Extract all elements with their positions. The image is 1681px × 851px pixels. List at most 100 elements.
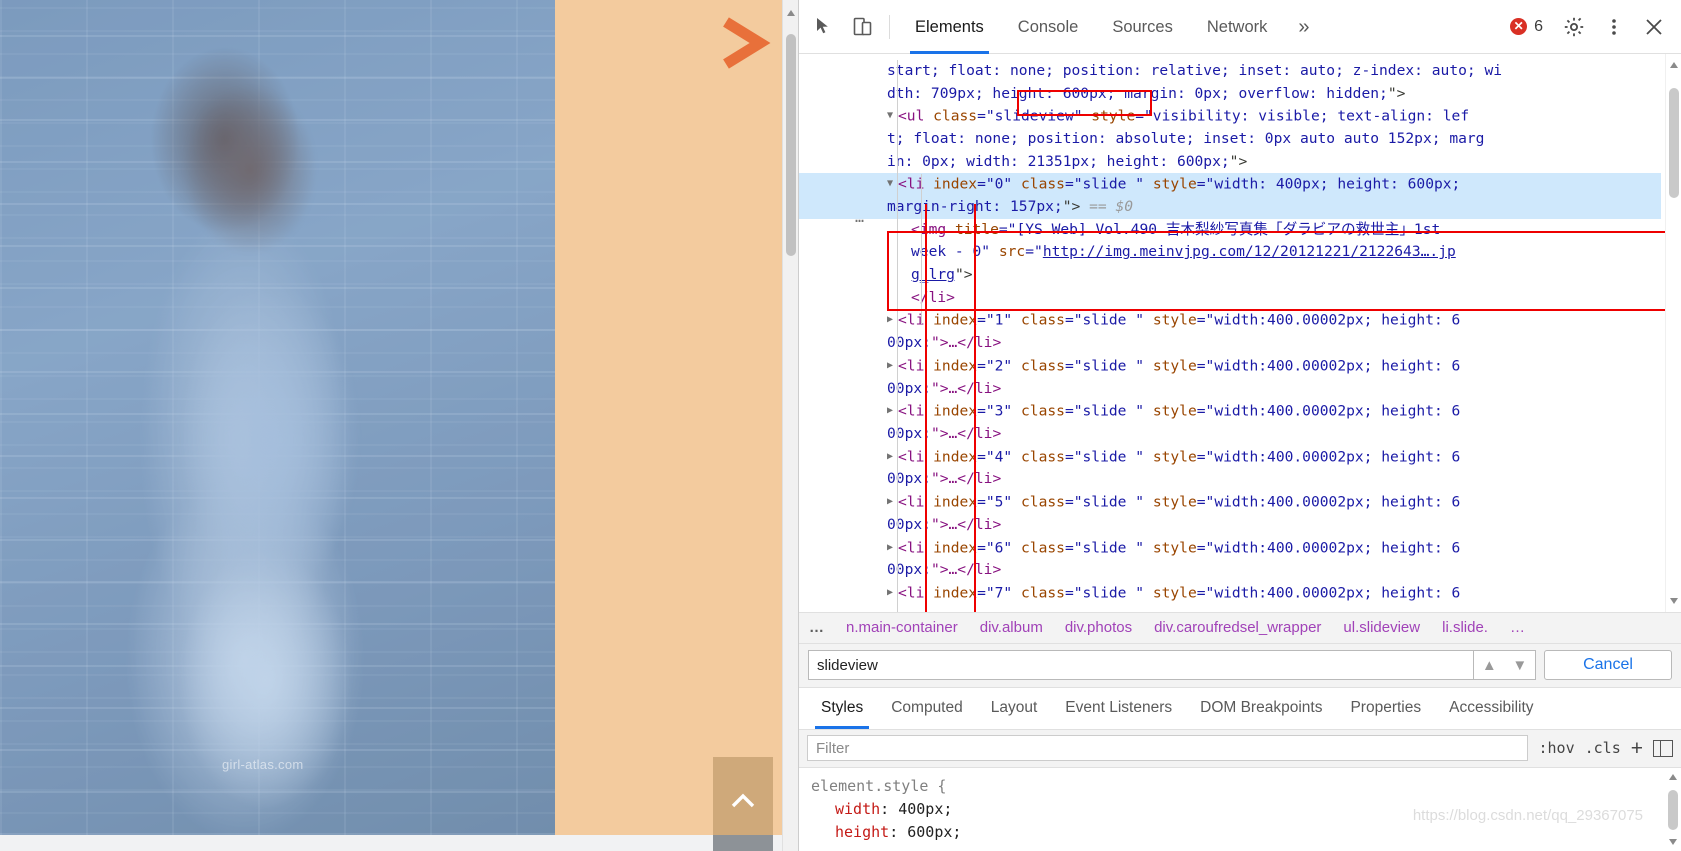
dom-line[interactable]: ▼ <li index="0" class="slide " style="wid… (799, 173, 1661, 197)
dom-line[interactable]: 00px;">…</li> (887, 378, 1661, 401)
tab-accessibility[interactable]: Accessibility (1435, 688, 1547, 729)
tab-dom-breakpoints[interactable]: DOM Breakpoints (1186, 688, 1336, 729)
scroll-up-arrow[interactable] (787, 10, 795, 16)
tab-elements[interactable]: Elements (898, 0, 1001, 54)
dom-line[interactable]: 00px;">…</li> (887, 514, 1661, 537)
dom-token: <li (898, 538, 925, 556)
dom-line[interactable]: g_lrg"> (887, 264, 1661, 287)
styles-scrollbar[interactable] (1665, 767, 1681, 851)
dom-token: <li (898, 356, 925, 374)
tab-network[interactable]: Network (1190, 0, 1285, 54)
device-toolbar-icon[interactable] (843, 8, 881, 46)
close-icon[interactable] (1635, 8, 1673, 46)
dom-token: index (924, 493, 978, 511)
dom-line[interactable]: <img title="[YS Web] Vol.490 吉木梨紗写真集「ダラビ… (887, 219, 1661, 242)
dom-line[interactable]: ▶ <li index="5" class="slide " style="wid… (887, 491, 1661, 514)
breadcrumb-item-caroufredsel-wrapper[interactable]: div.caroufredsel_wrapper (1143, 619, 1332, 636)
page-scrollbar[interactable] (782, 0, 798, 851)
dom-scroll-up-arrow[interactable] (1670, 62, 1678, 68)
search-input[interactable]: slideview (808, 650, 1474, 681)
dom-token: ="width: 400px; height: 600px; (1196, 175, 1461, 193)
tab-event-listeners[interactable]: Event Listeners (1051, 688, 1186, 729)
tab-properties[interactable]: Properties (1336, 688, 1435, 729)
csdn-watermark: https://blog.csdn.net/qq_29367075 (1412, 807, 1643, 825)
dom-line[interactable]: ▼ <ul class="slideview" style="visibility… (887, 105, 1661, 128)
dom-line[interactable]: in: 0px; width: 21351px; height: 600px;"… (887, 151, 1661, 174)
cursor-select-icon[interactable] (805, 8, 843, 46)
search-next-icon[interactable]: ▼ (1512, 657, 1527, 674)
dom-token: <ul (898, 107, 925, 125)
dom-line[interactable]: </li> (887, 287, 1661, 310)
dom-line[interactable]: ▶ <li index="7" class="slide " style="wid… (887, 582, 1661, 605)
dom-scrollbar-thumb[interactable] (1669, 88, 1679, 198)
more-tabs-button[interactable]: » (1284, 0, 1323, 54)
dom-gutter-ellipsis[interactable]: … (855, 206, 865, 229)
breadcrumb-item-more[interactable]: … (1499, 619, 1536, 636)
search-cancel-button[interactable]: Cancel (1544, 650, 1672, 681)
slider-next-panel[interactable] (555, 0, 798, 835)
dom-line[interactable]: ▶ <li index="6" class="slide " style="wid… (887, 537, 1661, 560)
tab-layout[interactable]: Layout (977, 688, 1052, 729)
dom-token: src (990, 243, 1026, 261)
dom-line[interactable]: 00px;">…</li> (887, 559, 1661, 582)
kebab-menu-icon[interactable] (1595, 8, 1633, 46)
dom-line[interactable]: ▶ <li index="3" class="slide " style="wid… (887, 400, 1661, 423)
css-property-name[interactable]: width (835, 800, 880, 818)
css-property-name[interactable]: height (835, 823, 889, 841)
dom-line[interactable]: 00px;">…</li> (887, 332, 1661, 355)
dom-tree-scrollbar[interactable] (1665, 54, 1681, 612)
tab-styles[interactable]: Styles (807, 688, 877, 729)
dom-line[interactable]: week - 0" src="http://img.meinvjpg.com/1… (887, 241, 1661, 264)
dom-token: index (924, 311, 978, 329)
dom-line[interactable]: margin-right: 157px;"> == $0 (799, 196, 1661, 219)
css-selector-element-style[interactable]: element.style { (811, 775, 1681, 798)
dom-line[interactable]: ▶ <li index="4" class="slide " style="wid… (887, 446, 1661, 469)
dom-token: style (1144, 538, 1197, 556)
styles-filter-input[interactable]: Filter (807, 735, 1529, 762)
breadcrumb-item-main-container[interactable]: n.main-container (835, 619, 969, 636)
styles-rules-pane[interactable]: element.style { width: 400px; height: 60… (799, 767, 1681, 851)
dom-line[interactable]: start; float: none; position: relative; … (887, 60, 1661, 83)
cls-toggle-button[interactable]: .cls (1585, 739, 1621, 757)
breadcrumb-overflow[interactable]: … (809, 619, 835, 636)
breadcrumb-item-photos[interactable]: div.photos (1054, 619, 1143, 636)
dom-token: =" (1025, 243, 1043, 261)
breadcrumb-item-album[interactable]: div.album (969, 619, 1054, 636)
styles-scroll-up-arrow[interactable] (1669, 773, 1677, 780)
dom-line[interactable]: 00px;">…</li> (887, 468, 1661, 491)
toggle-sidebar-icon[interactable] (1653, 739, 1673, 757)
error-icon: ✕ (1510, 18, 1528, 35)
css-property-value[interactable]: 600px; (907, 823, 961, 841)
css-property-value[interactable]: 400px; (898, 800, 952, 818)
chevron-right-icon[interactable] (716, 14, 772, 72)
plus-icon[interactable]: + (1631, 738, 1643, 759)
dom-line[interactable]: dth: 709px; height: 600px; margin: 0px; … (887, 83, 1661, 106)
gear-icon[interactable] (1555, 8, 1593, 46)
page-scrollbar-thumb[interactable] (786, 34, 796, 256)
styles-scrollbar-thumb[interactable] (1668, 789, 1678, 830)
tab-computed[interactable]: Computed (877, 688, 977, 729)
dom-token: week - 0" (911, 243, 991, 261)
dom-scroll-down-arrow[interactable] (1670, 597, 1678, 604)
dom-line[interactable]: 00px;">…</li> (887, 423, 1661, 446)
tab-console[interactable]: Console (1001, 0, 1096, 54)
breadcrumb-item-slideview[interactable]: ul.slideview (1332, 619, 1431, 636)
search-prev-icon[interactable]: ▲ (1482, 657, 1497, 674)
dom-line[interactable]: t; float: none; position: absolute; inse… (887, 128, 1661, 151)
dom-token: ="slide " (1064, 311, 1145, 329)
dom-line[interactable]: ▶ <li index="2" class="slide " style="wid… (887, 355, 1661, 378)
gallery-photo[interactable] (0, 0, 595, 835)
hov-toggle-button[interactable]: :hov (1538, 739, 1574, 757)
dom-token: ">…</li> (930, 334, 1002, 352)
dom-tree[interactable]: start; float: none; position: relative; … (799, 54, 1681, 612)
dom-token: ="5" (977, 493, 1013, 511)
breadcrumb-item-li-slide[interactable]: li.slide. (1431, 619, 1499, 636)
tab-sources[interactable]: Sources (1095, 0, 1190, 54)
error-count-badge[interactable]: ✕ 6 (1500, 18, 1553, 36)
back-to-top-button[interactable] (713, 757, 773, 835)
dom-token: 吉木梨紗写真集「ダラビアの救世主」 (1165, 220, 1414, 238)
styles-scroll-down-arrow[interactable] (1669, 839, 1677, 846)
dom-token: start; float: none; position: relative; … (887, 62, 1503, 79)
dom-line[interactable]: ▶ <li index="1" class="slide " style="wid… (887, 309, 1661, 332)
dom-token: <img (911, 220, 947, 238)
